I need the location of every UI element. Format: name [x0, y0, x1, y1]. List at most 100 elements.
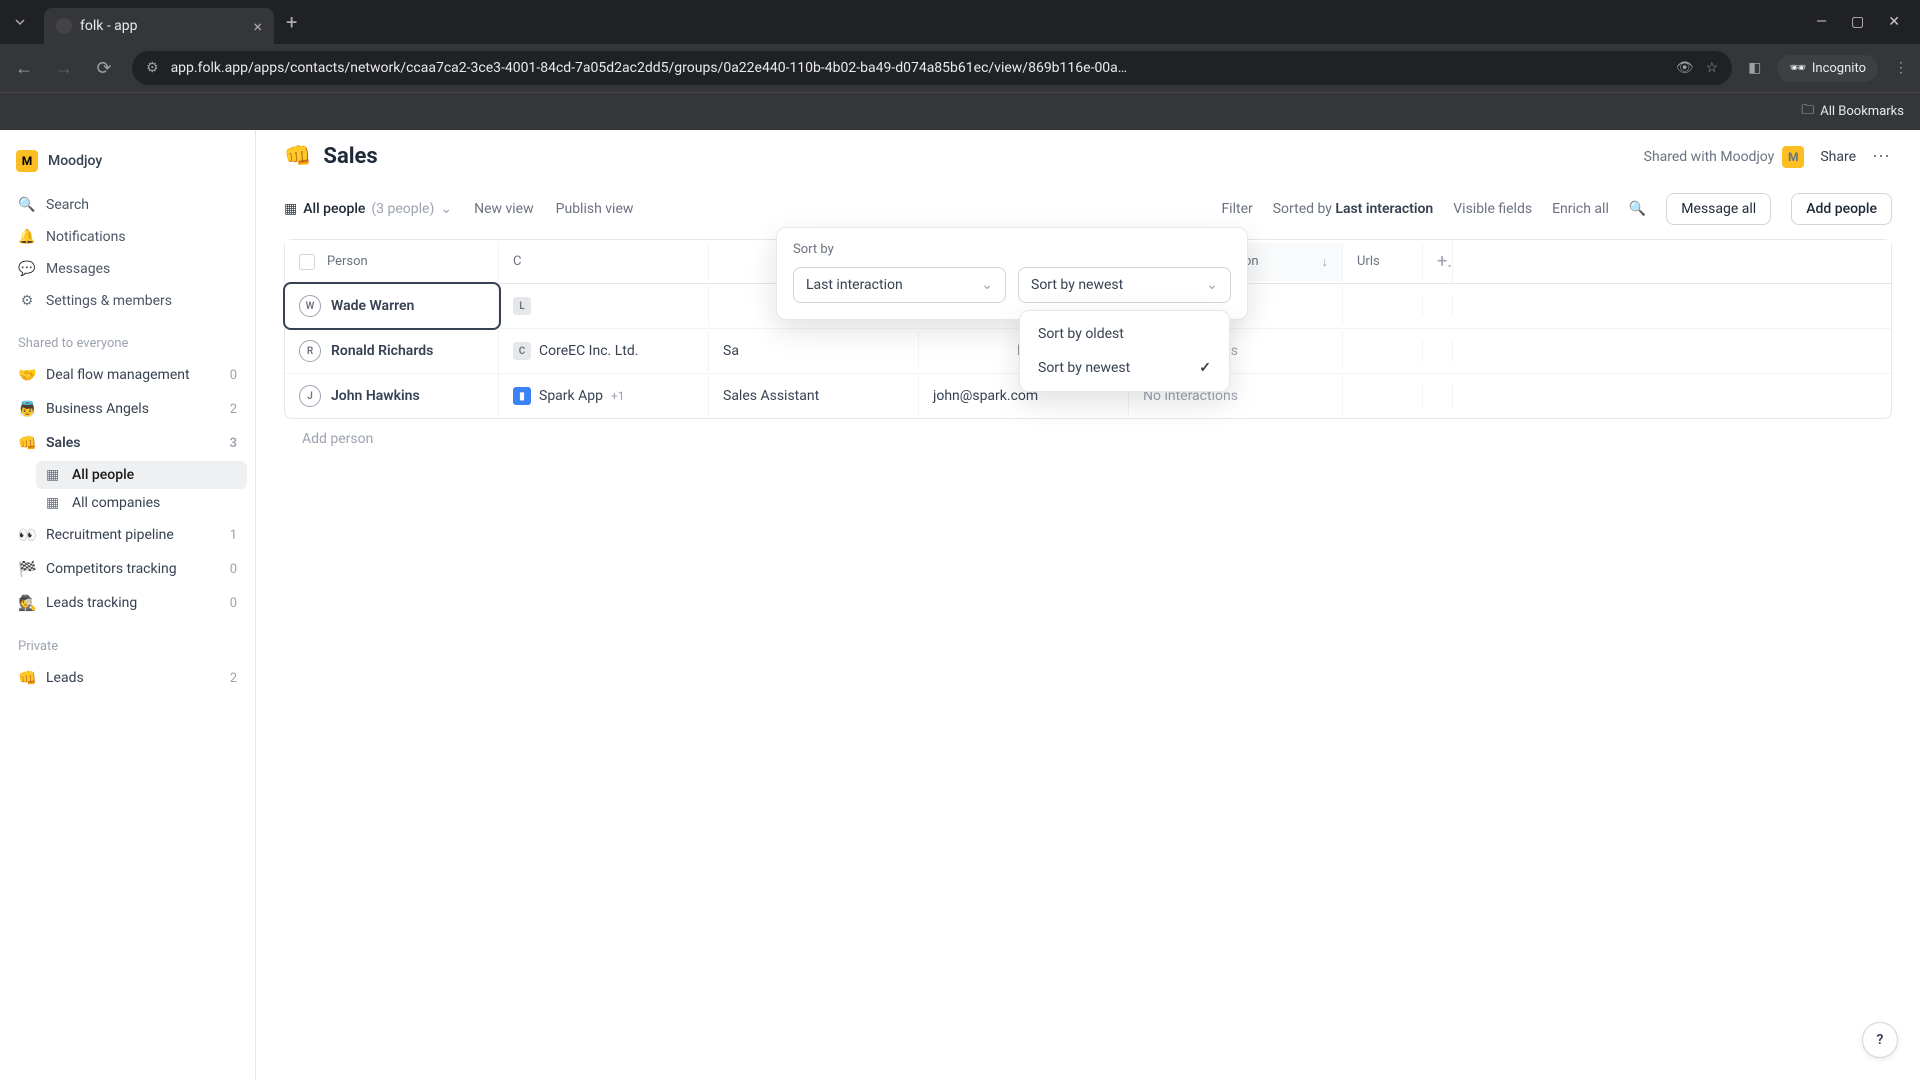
group-deal-flow[interactable]: 🤝 Deal flow management 0 — [8, 359, 247, 391]
add-column-button[interactable]: + — [1423, 240, 1453, 283]
back-button[interactable]: ← — [12, 58, 36, 79]
workspace-switcher[interactable]: M Moodjoy — [8, 142, 247, 188]
group-competitors[interactable]: 🏁 Competitors tracking 0 — [8, 553, 247, 585]
sidebar: M Moodjoy 🔍 Search 🔔 Notifications 💬 Mes… — [0, 130, 256, 1080]
page-header: 👊 Sales Shared with Moodjoy M Share ⋯ — [256, 130, 1920, 183]
enrich-all-button[interactable]: Enrich all — [1552, 201, 1609, 217]
site-settings-icon[interactable]: ⚙ — [146, 60, 159, 76]
company-extra: +1 — [611, 389, 625, 403]
urls-cell — [1343, 295, 1423, 317]
company-name: CoreEC Inc. Ltd. — [539, 343, 638, 359]
shared-badge: M — [1782, 146, 1804, 168]
person-name: Wade Warren — [331, 298, 414, 314]
person-avatar: W — [299, 295, 321, 317]
select-all-checkbox[interactable] — [299, 254, 315, 270]
group-label: Business Angels — [46, 401, 220, 417]
company-icon: ▮ — [513, 387, 531, 405]
bell-icon: 🔔 — [18, 229, 36, 245]
subgroup-all-companies[interactable]: ▦ All companies — [36, 489, 247, 517]
sidebar-messages-label: Messages — [46, 261, 110, 277]
sort-field-value: Last interaction — [806, 277, 903, 293]
group-sales[interactable]: 👊 Sales 3 — [8, 427, 247, 459]
group-count: 0 — [230, 596, 237, 611]
maximize-icon[interactable]: ▢ — [1851, 14, 1864, 30]
share-button[interactable]: Share — [1820, 149, 1856, 165]
address-bar[interactable]: ⚙ app.folk.app/apps/contacts/network/cca… — [132, 51, 1732, 85]
sort-direction-menu: Sort by oldest Sort by newest ✓ — [1019, 310, 1230, 392]
close-window-icon[interactable]: ✕ — [1888, 14, 1900, 30]
urls-cell — [1343, 385, 1423, 407]
group-label: Sales — [46, 435, 220, 451]
sort-direction-select[interactable]: Sort by newest ⌄ Sort by oldest Sort by … — [1018, 267, 1231, 303]
sidebar-section-shared: Shared to everyone — [8, 318, 247, 357]
minimize-icon[interactable]: — — [1816, 14, 1827, 30]
col-urls[interactable]: Urls — [1343, 243, 1423, 280]
group-label: Leads tracking — [46, 595, 220, 611]
publish-view-button[interactable]: Publish view — [556, 201, 634, 217]
table-icon: ▦ — [284, 201, 297, 217]
sidebar-search[interactable]: 🔍 Search — [8, 190, 247, 220]
new-view-button[interactable]: New view — [474, 201, 534, 217]
sort-newest-option[interactable]: Sort by newest ✓ — [1026, 351, 1223, 385]
view-selector[interactable]: ▦ All people (3 people) ⌄ — [284, 201, 452, 217]
filter-button[interactable]: Filter — [1221, 201, 1252, 217]
urls-cell — [1343, 340, 1423, 362]
browser-menu-icon[interactable]: ⋮ — [1894, 60, 1908, 76]
forward-button: → — [52, 58, 76, 79]
sidebar-section-private: Private — [8, 621, 247, 660]
message-all-button[interactable]: Message all — [1666, 193, 1771, 225]
incognito-icon: 🕶 — [1789, 61, 1806, 76]
sort-button[interactable]: Sorted by Last interaction — [1273, 201, 1434, 217]
sort-popover-label: Sort by — [793, 242, 1231, 257]
group-count: 2 — [230, 671, 237, 686]
sort-direction-value: Sort by newest — [1031, 277, 1123, 293]
add-people-button[interactable]: Add people — [1791, 193, 1892, 225]
browser-tab[interactable]: folk - app × — [44, 8, 274, 44]
side-panel-icon[interactable]: ◧ — [1748, 60, 1761, 76]
incognito-badge: 🕶 Incognito — [1777, 55, 1878, 82]
group-business-angels[interactable]: 👼 Business Angels 2 — [8, 393, 247, 425]
url-text: app.folk.app/apps/contacts/network/ccaa7… — [171, 60, 1664, 76]
sidebar-settings[interactable]: ⚙ Settings & members — [8, 286, 247, 316]
sort-field-select[interactable]: Last interaction ⌄ — [793, 267, 1006, 303]
sidebar-search-label: Search — [46, 197, 89, 213]
chevron-down-icon: ⌄ — [1206, 277, 1218, 293]
sort-oldest-option[interactable]: Sort by oldest — [1026, 317, 1223, 351]
subgroup-label: All companies — [72, 495, 237, 511]
tab-list-dropdown[interactable] — [0, 16, 40, 28]
col-company[interactable]: C — [499, 243, 709, 280]
group-leads-tracking[interactable]: 🕵️ Leads tracking 0 — [8, 587, 247, 619]
sidebar-messages[interactable]: 💬 Messages — [8, 254, 247, 284]
chevron-down-icon: ⌄ — [981, 277, 993, 293]
flag-icon: 🏁 — [18, 560, 36, 578]
group-label: Leads — [46, 670, 220, 686]
search-icon[interactable]: 🔍 — [1629, 201, 1646, 217]
subgroup-all-people[interactable]: ▦ All people — [36, 461, 247, 489]
eye-off-icon[interactable]: 👁 — [1676, 60, 1694, 76]
all-bookmarks-button[interactable]: 🗀 All Bookmarks — [1801, 101, 1904, 123]
help-button[interactable]: ? — [1862, 1022, 1898, 1058]
sidebar-notifications[interactable]: 🔔 Notifications — [8, 222, 247, 252]
shared-with-indicator[interactable]: Shared with Moodjoy M — [1644, 146, 1805, 168]
person-avatar: R — [299, 340, 321, 362]
job-title: Sa — [709, 332, 919, 370]
bookmark-star-icon[interactable]: ☆ — [1706, 60, 1719, 76]
new-tab-button[interactable]: + — [286, 10, 297, 34]
more-menu-icon[interactable]: ⋯ — [1872, 146, 1892, 167]
sidebar-notifications-label: Notifications — [46, 229, 126, 245]
incognito-label: Incognito — [1812, 61, 1866, 76]
group-count: 3 — [230, 436, 237, 451]
tab-title: folk - app — [80, 18, 138, 34]
handshake-icon: 🤝 — [18, 366, 36, 384]
group-private-leads[interactable]: 👊 Leads 2 — [8, 662, 247, 694]
col-person[interactable]: Person — [285, 243, 499, 281]
reload-button[interactable]: ⟳ — [92, 58, 116, 79]
sort-desc-icon: ↓ — [1322, 254, 1329, 270]
group-recruitment[interactable]: 👀 Recruitment pipeline 1 — [8, 519, 247, 551]
add-person-row[interactable]: Add person — [284, 419, 1892, 459]
fist-icon: 👊 — [18, 434, 36, 452]
detective-icon: 🕵️ — [18, 594, 36, 612]
visible-fields-button[interactable]: Visible fields — [1453, 201, 1532, 217]
close-tab-icon[interactable]: × — [253, 17, 262, 36]
view-name: All people — [303, 201, 365, 217]
